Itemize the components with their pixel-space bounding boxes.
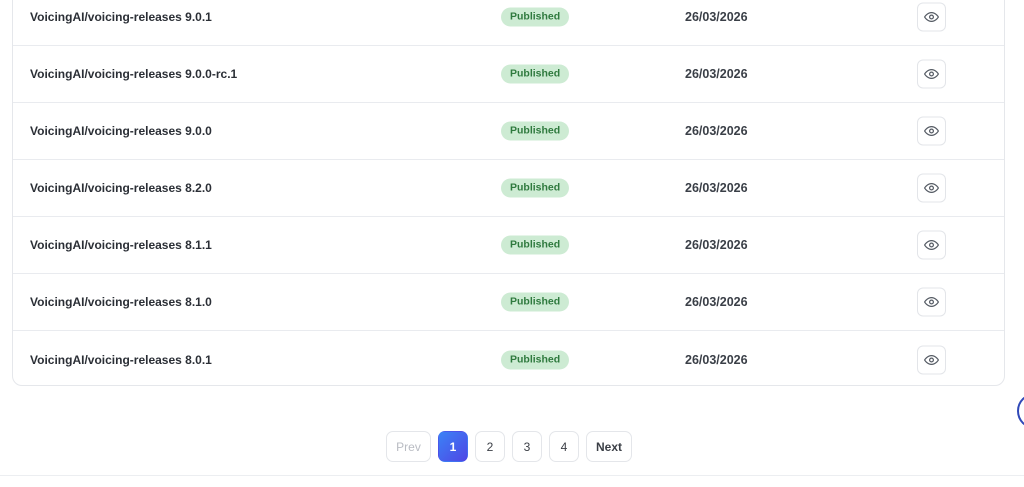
status-badge: Published bbox=[501, 178, 570, 198]
page-3-button[interactable]: 3 bbox=[512, 431, 542, 462]
view-button[interactable] bbox=[917, 59, 946, 89]
status-badge: Published bbox=[501, 235, 570, 255]
release-name: VoicingAI/voicing-releases 8.2.0 bbox=[30, 181, 212, 195]
floating-action-button[interactable] bbox=[1017, 393, 1024, 429]
status-badge: Published bbox=[501, 64, 570, 84]
releases-page: VoicingAI/voicing-releases 9.0.1 Publish… bbox=[0, 0, 1024, 487]
pagination: Prev 1 2 3 4 Next bbox=[386, 431, 632, 463]
status-badge: Published bbox=[501, 121, 570, 141]
eye-icon bbox=[924, 126, 939, 136]
view-button[interactable] bbox=[917, 173, 946, 203]
view-button[interactable] bbox=[917, 230, 946, 260]
table-row: VoicingAI/voicing-releases 8.0.1 Publish… bbox=[13, 331, 1004, 388]
release-date: 26/03/2026 bbox=[685, 181, 748, 195]
release-name: VoicingAI/voicing-releases 8.1.1 bbox=[30, 238, 212, 252]
view-button[interactable] bbox=[917, 116, 946, 146]
release-name: VoicingAI/voicing-releases 9.0.0-rc.1 bbox=[30, 67, 238, 81]
status-badge: Published bbox=[501, 7, 570, 27]
status-badge: Published bbox=[501, 350, 570, 369]
eye-icon bbox=[924, 297, 939, 307]
table-row: VoicingAI/voicing-releases 9.0.0 Publish… bbox=[13, 103, 1004, 160]
divider bbox=[0, 475, 1024, 476]
release-date: 26/03/2026 bbox=[685, 124, 748, 138]
release-date: 26/03/2026 bbox=[685, 238, 748, 252]
status-badge: Published bbox=[501, 292, 570, 312]
view-button[interactable] bbox=[917, 287, 946, 317]
table-row: VoicingAI/voicing-releases 8.2.0 Publish… bbox=[13, 160, 1004, 217]
release-name: VoicingAI/voicing-releases 9.0.0 bbox=[30, 124, 212, 138]
table-row: VoicingAI/voicing-releases 9.0.1 Publish… bbox=[13, 0, 1004, 46]
view-button[interactable] bbox=[917, 2, 946, 32]
eye-icon bbox=[924, 69, 939, 79]
eye-icon bbox=[924, 183, 939, 193]
release-date: 26/03/2026 bbox=[685, 10, 748, 24]
eye-icon bbox=[924, 354, 939, 365]
release-name: VoicingAI/voicing-releases 8.0.1 bbox=[30, 352, 212, 367]
table-row: VoicingAI/voicing-releases 8.1.0 Publish… bbox=[13, 274, 1004, 331]
release-date: 26/03/2026 bbox=[685, 67, 748, 81]
page-4-button[interactable]: 4 bbox=[549, 431, 579, 462]
page-1-button[interactable]: 1 bbox=[438, 431, 468, 462]
release-name: VoicingAI/voicing-releases 9.0.1 bbox=[30, 10, 212, 24]
table-row: VoicingAI/voicing-releases 8.1.1 Publish… bbox=[13, 217, 1004, 274]
releases-table: VoicingAI/voicing-releases 9.0.1 Publish… bbox=[12, 0, 1005, 386]
release-date: 26/03/2026 bbox=[685, 295, 748, 309]
eye-icon bbox=[924, 240, 939, 250]
page-2-button[interactable]: 2 bbox=[475, 431, 505, 462]
view-button[interactable] bbox=[917, 345, 946, 374]
next-page-button[interactable]: Next bbox=[586, 431, 632, 462]
table-row: VoicingAI/voicing-releases 9.0.0-rc.1 Pu… bbox=[13, 46, 1004, 103]
eye-icon bbox=[924, 12, 939, 22]
prev-page-button[interactable]: Prev bbox=[386, 431, 431, 462]
release-name: VoicingAI/voicing-releases 8.1.0 bbox=[30, 295, 212, 309]
release-date: 26/03/2026 bbox=[685, 352, 748, 367]
